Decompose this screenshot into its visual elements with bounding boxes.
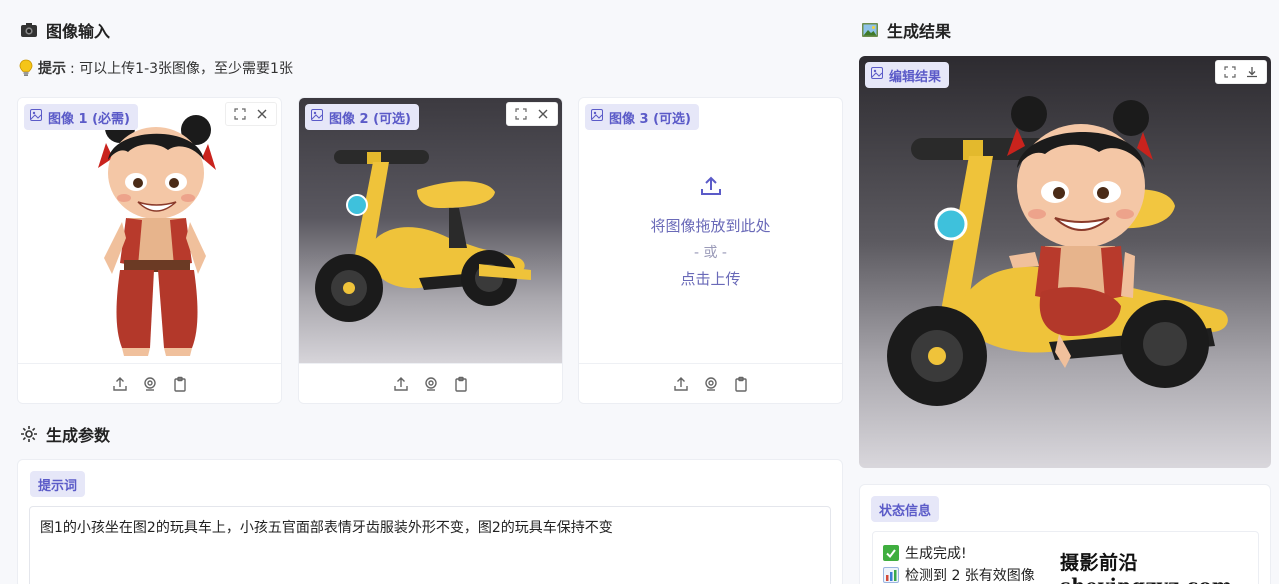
- fullscreen-icon[interactable]: [1220, 62, 1240, 82]
- upload-icon[interactable]: [393, 376, 409, 392]
- status-line-2-text: 检测到 2 张有效图像: [905, 568, 1035, 584]
- close-icon[interactable]: [252, 104, 272, 124]
- or-text: - 或 -: [693, 244, 727, 261]
- hint-body: : 可以上传1-3张图像，至少需要1张: [70, 61, 293, 77]
- check-icon: [883, 545, 899, 561]
- fullscreen-icon[interactable]: [230, 104, 250, 124]
- clipboard-icon[interactable]: [453, 376, 469, 392]
- clipboard-icon[interactable]: [733, 376, 749, 392]
- image-3-actions: [579, 363, 842, 403]
- clipboard-icon[interactable]: [172, 376, 188, 392]
- image-3-label: 图像 3 (可选): [585, 104, 699, 130]
- input-section-title: 图像输入: [20, 18, 110, 42]
- prompt-label: 提示词: [30, 471, 86, 497]
- camera-icon: [20, 21, 38, 39]
- upload-icon[interactable]: [112, 376, 128, 392]
- upload-icon: [699, 174, 723, 203]
- status-label: 状态信息: [871, 496, 940, 522]
- lightbulb-icon: [18, 59, 34, 77]
- download-icon[interactable]: [1242, 62, 1262, 82]
- hint-label: 提示: [38, 61, 66, 77]
- watermark-text: 摄影前沿 sheyingzyz.com: [1060, 552, 1232, 584]
- prompt-textarea[interactable]: 图1的小孩坐在图2的玩具车上，小孩五官面部表情牙齿服装外形不变，图2的玩具车保持…: [29, 506, 831, 584]
- result-section-title: 生成结果: [861, 18, 951, 42]
- params-section-title: 生成参数: [20, 422, 110, 446]
- image-2-preview[interactable]: [299, 98, 562, 364]
- webcam-icon[interactable]: [423, 376, 439, 392]
- result-label-text: 编辑结果: [889, 69, 942, 85]
- result-image[interactable]: 编辑结果: [859, 56, 1271, 468]
- input-section-label: 图像输入: [46, 22, 111, 41]
- image-1-preview[interactable]: [18, 98, 281, 364]
- hint-text: 提示: 可以上传1-3张图像，至少需要1张: [18, 58, 293, 78]
- result-section-label: 生成结果: [887, 22, 952, 41]
- image-1-label: 图像 1 (必需): [24, 104, 138, 130]
- image-slot-1[interactable]: 图像 1 (必需): [17, 97, 282, 404]
- image-1-label-text: 图像 1 (必需): [48, 111, 130, 127]
- webcam-icon[interactable]: [142, 376, 158, 392]
- image-icon: [591, 109, 603, 125]
- image-icon: [311, 109, 323, 125]
- status-line-1-text: 生成完成!: [905, 546, 967, 562]
- upload-icon[interactable]: [673, 376, 689, 392]
- picture-icon: [861, 21, 879, 39]
- webcam-icon[interactable]: [703, 376, 719, 392]
- image-1-controls: [225, 102, 277, 126]
- image-slot-3[interactable]: 将图像拖放到此处 - 或 - 点击上传 图像 3 (可选): [578, 97, 843, 404]
- image-icon: [871, 67, 883, 83]
- image-3-label-text: 图像 3 (可选): [609, 111, 691, 127]
- click-upload-text[interactable]: 点击上传: [680, 268, 740, 289]
- drop-text: 将图像拖放到此处: [650, 216, 771, 235]
- image-2-actions: [299, 363, 562, 403]
- image-2-controls: [506, 102, 558, 126]
- image-1-actions: [18, 363, 281, 403]
- image-slot-2[interactable]: 图像 2 (可选): [298, 97, 563, 404]
- fullscreen-icon[interactable]: [511, 104, 531, 124]
- gear-icon: [20, 425, 38, 443]
- image-2-label: 图像 2 (可选): [305, 104, 419, 130]
- image-icon: [30, 109, 42, 125]
- result-controls: [1215, 60, 1267, 84]
- result-label: 编辑结果: [865, 62, 950, 88]
- params-section-label: 生成参数: [46, 426, 111, 445]
- close-icon[interactable]: [533, 104, 553, 124]
- bar-chart-icon: [883, 567, 899, 583]
- image-3-dropzone[interactable]: 将图像拖放到此处 - 或 - 点击上传: [579, 98, 842, 364]
- image-2-label-text: 图像 2 (可选): [329, 111, 411, 127]
